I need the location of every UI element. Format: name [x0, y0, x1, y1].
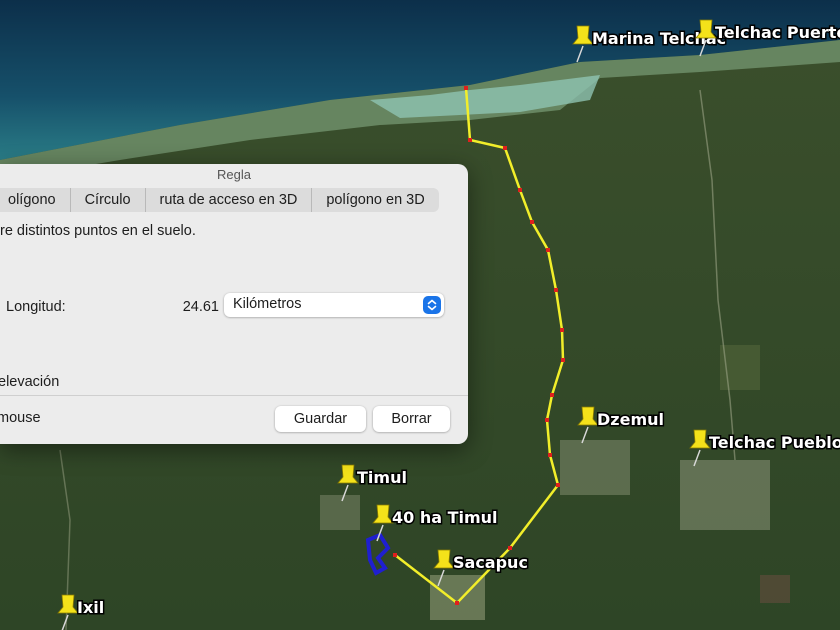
length-value: 24.61 — [182, 299, 219, 315]
tab-3d-path[interactable]: ruta de acceso en 3D — [146, 188, 313, 212]
mouse-navigation-label[interactable]: mouse — [0, 410, 41, 426]
route-vertex[interactable] — [554, 288, 558, 292]
route-vertex[interactable] — [518, 188, 522, 192]
unit-select[interactable]: Kilómetros — [224, 293, 444, 317]
placemark-label: 40 ha Timul — [392, 508, 498, 527]
route-vertex[interactable] — [393, 553, 397, 557]
placemark-label: Sacapuc — [453, 553, 528, 572]
route-vertex[interactable] — [464, 86, 468, 90]
route-vertex[interactable] — [530, 220, 534, 224]
tab-polygon[interactable]: olígono — [0, 188, 71, 212]
clear-button[interactable]: Borrar — [373, 406, 450, 432]
town-telchac-pueblo — [680, 460, 770, 530]
route-vertex[interactable] — [503, 146, 507, 150]
placemark-label: Timul — [357, 468, 407, 487]
route-vertex[interactable] — [545, 418, 549, 422]
town-dzemul — [560, 440, 630, 495]
save-button[interactable]: Guardar — [275, 406, 366, 432]
placemark-label: Ixil — [77, 598, 104, 617]
length-label: Longitud: — [6, 299, 66, 315]
ruler-tabs: olígono Círculo ruta de acceso en 3D pol… — [0, 188, 439, 212]
instruction-text: re distintos puntos en el suelo. — [0, 223, 196, 239]
route-vertex[interactable] — [556, 483, 560, 487]
town-timul — [320, 495, 360, 530]
route-vertex[interactable] — [546, 248, 550, 252]
tab-circle[interactable]: Círculo — [71, 188, 146, 212]
route-vertex[interactable] — [468, 138, 472, 142]
field-patch — [760, 575, 790, 603]
chevron-updown-icon — [423, 296, 441, 314]
elevation-checkbox-label[interactable]: elevación — [0, 374, 59, 390]
unit-select-value: Kilómetros — [233, 296, 302, 312]
placemark-label: Telchac Pueblo — [709, 433, 840, 452]
route-vertex[interactable] — [560, 328, 564, 332]
route-vertex[interactable] — [548, 453, 552, 457]
ruler-dialog: Regla olígono Círculo ruta de acceso en … — [0, 164, 468, 444]
route-vertex[interactable] — [508, 546, 512, 550]
placemark-label: Dzemul — [597, 410, 664, 429]
tab-3d-polygon[interactable]: polígono en 3D — [312, 188, 438, 212]
placemark-label: Telchac Puerto — [715, 23, 840, 42]
divider — [0, 395, 468, 396]
dialog-title: Regla — [217, 167, 251, 182]
route-vertex[interactable] — [561, 358, 565, 362]
route-vertex[interactable] — [455, 601, 459, 605]
route-vertex[interactable] — [550, 393, 554, 397]
